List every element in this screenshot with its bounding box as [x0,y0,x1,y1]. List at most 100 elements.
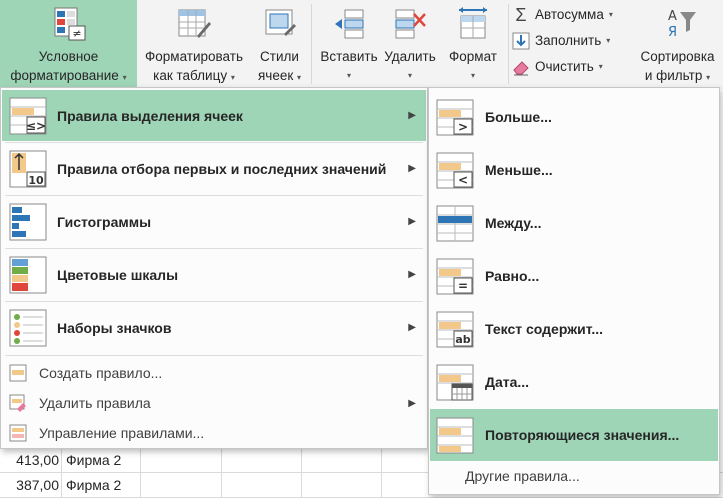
manage-rules-icon [9,424,27,442]
menu-separator [5,355,423,356]
insert-button[interactable]: Вставить ▾ [314,0,384,89]
highlight-rules-icon: ≤> [9,97,47,135]
submenu-item-label: Меньше... [485,162,553,178]
menu-item-data-bars[interactable]: Гистограммы ▶ [2,196,426,247]
menu-item-label: Удалить правила [39,395,151,411]
chevron-down-icon: ▾ [297,73,302,82]
svg-text:А: А [668,9,677,24]
cell-company[interactable]: Фирма 2 [62,448,141,473]
duplicate-values-icon [436,417,474,454]
conditional-formatting-button[interactable]: ≠ Условное форматирование ▾ [0,0,137,89]
delete-label: Удалить [384,49,436,64]
chevron-down-icon: ▾ [706,73,711,82]
menu-item-color-scales[interactable]: Цветовые шкалы ▶ [2,249,426,300]
sort-filter-icon: А Я [668,9,696,40]
svg-text:10: 10 [28,174,44,187]
new-rule-icon [9,364,27,382]
insert-cells-icon [335,9,364,39]
format-label: Формат [449,49,497,64]
chevron-down-icon: ▾ [407,71,412,80]
submenu-item-text-contains[interactable]: ab Текст содержит... [430,303,718,355]
clear-label: Очистить [535,59,594,74]
greater-than-icon: > [436,99,474,136]
ribbon-separator [311,4,312,84]
delete-button[interactable]: Удалить ▾ [382,0,438,89]
cell-styles-line2: ячеек [257,68,294,83]
submenu-item-label: Текст содержит... [485,321,604,337]
menu-item-top-bottom-rules[interactable]: 10 Правила отбора первых и последних зна… [2,143,426,194]
cell-company[interactable]: Фирма 2 [62,473,141,498]
data-bars-icon [9,203,47,241]
submenu-item-greater-than[interactable]: > Больше... [430,91,718,143]
chevron-down-icon: ▾ [598,62,603,71]
chevron-right-icon: ▶ [408,163,416,174]
format-as-table-line2: как таблицу [153,68,228,83]
autosum-button[interactable]: Σ Автосумма ▾ [512,4,613,26]
format-cells-icon [459,7,487,39]
submenu-item-duplicate-values[interactable]: Повторяющиеся значения... [430,409,718,461]
cell-styles-line1: Стили [260,49,299,64]
highlight-rules-submenu: > Больше... < Меньше... Между... = Равно… [428,87,720,495]
date-occurring-icon [436,364,474,401]
svg-text:Я: Я [668,25,677,40]
conditional-formatting-line1: Условное [38,49,99,64]
menu-item-manage-rules[interactable]: Управление правилами... [2,419,426,447]
submenu-item-label: Равно... [485,268,540,284]
menu-item-new-rule[interactable]: Создать правило... [2,359,426,387]
menu-item-label: Правила отбора первых и последних значен… [57,160,387,177]
svg-text:=: = [458,279,468,293]
svg-text:≤>: ≤> [26,119,46,133]
submenu-item-date-occurring[interactable]: Дата... [430,356,718,408]
chevron-down-icon: ▾ [346,71,351,80]
chevron-down-icon: ▾ [470,71,475,80]
chevron-down-icon: ▾ [230,73,235,82]
svg-text:>: > [458,120,468,134]
less-than-icon: < [436,152,474,189]
cell-styles-button[interactable]: Стили ячеек ▾ [251,0,308,89]
cell-value[interactable]: 413,00 [0,448,62,473]
format-button[interactable]: Формат ▾ [440,0,506,89]
submenu-item-less-than[interactable]: < Меньше... [430,144,718,196]
format-as-table-line1: Форматировать [145,49,243,64]
clear-button[interactable]: Очистить ▾ [512,56,603,78]
svg-text:ab: ab [455,333,470,346]
menu-item-icon-sets[interactable]: Наборы значков ▶ [2,302,426,353]
format-as-table-button[interactable]: Форматировать как таблицу ▾ [137,0,251,89]
chevron-down-icon: ▾ [122,73,127,82]
submenu-item-equal-to[interactable]: = Равно... [430,250,718,302]
sigma-icon: Σ [515,5,527,25]
sort-filter-line1: Сортировка [640,49,715,64]
fill-button[interactable]: Заполнить ▾ [512,30,610,52]
menu-item-label: Управление правилами... [39,425,205,441]
chevron-right-icon: ▶ [408,397,416,409]
submenu-item-label: Дата... [485,374,530,390]
menu-item-label: Правила выделения ячеек [57,107,243,124]
menu-item-clear-rules[interactable]: Удалить правила ▶ [2,389,426,417]
icon-sets-icon [9,309,47,347]
submenu-item-more-rules[interactable]: Другие правила... [465,468,580,484]
insert-label: Вставить [320,49,378,64]
svg-text:≠: ≠ [72,27,81,40]
submenu-item-label: Повторяющиеся значения... [485,427,680,443]
eraser-icon [513,61,529,76]
menu-item-label: Наборы значков [57,319,172,336]
chevron-down-icon: ▾ [608,10,613,19]
cell-value[interactable]: 387,00 [0,473,62,498]
sort-filter-button[interactable]: А Я Сортировка и фильтр ▾ [632,0,723,89]
chevron-right-icon: ▶ [408,269,416,280]
menu-item-label: Создать правило... [39,365,163,381]
delete-cells-icon [395,9,426,39]
fill-down-icon [512,32,530,50]
conditional-formatting-menu: ≤> Правила выделения ячеек ▶ 10 Правила … [0,87,428,449]
conditional-formatting-line2: форматирование [10,68,119,83]
chevron-right-icon: ▶ [408,216,416,227]
svg-text:<: < [458,173,468,187]
menu-item-label: Цветовые шкалы [57,266,179,283]
equal-to-icon: = [436,258,474,295]
submenu-item-between[interactable]: Между... [430,197,718,249]
menu-item-highlight-rules[interactable]: ≤> Правила выделения ячеек ▶ [2,90,426,141]
chevron-right-icon: ▶ [408,322,416,333]
format-as-table-icon [178,9,211,38]
text-contains-icon: ab [436,311,474,348]
chevron-right-icon: ▶ [408,110,416,121]
